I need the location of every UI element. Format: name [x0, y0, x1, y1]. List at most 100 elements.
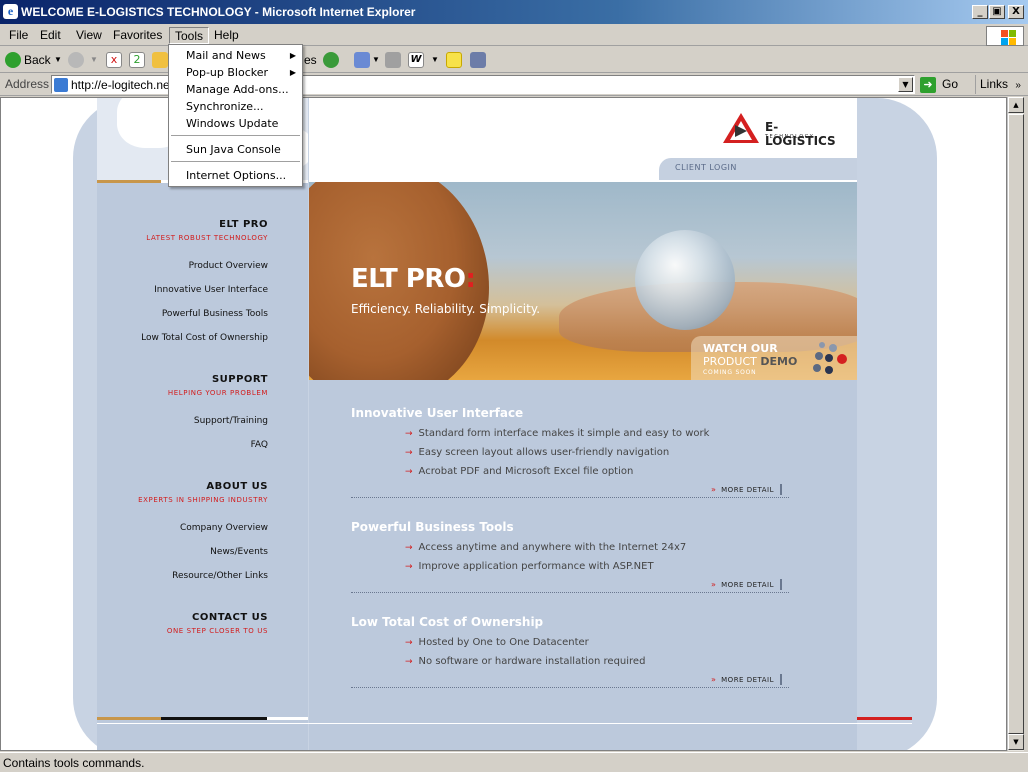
- menu-item-sun-java-console[interactable]: Sun Java Console: [169, 141, 302, 158]
- nav-link-company-overview[interactable]: Company Overview: [180, 523, 268, 533]
- links-button[interactable]: Links »: [975, 75, 1021, 94]
- menu-item-manage-addons[interactable]: Manage Add-ons...: [169, 81, 302, 98]
- mail-icon[interactable]: [354, 52, 370, 68]
- scroll-down-icon[interactable]: ▼: [1008, 734, 1024, 750]
- back-dropdown-icon[interactable]: ▼: [54, 51, 62, 69]
- e-logistics-logo[interactable]: E-LOGISTICS TECHNOLOGY: [721, 111, 841, 148]
- nav-about-heading[interactable]: ABOUT US: [68, 481, 268, 492]
- bullet-arrow-icon: →: [405, 638, 413, 648]
- edit-word-icon[interactable]: W: [408, 52, 424, 68]
- ie-icon[interactable]: e: [3, 4, 18, 19]
- print-icon[interactable]: [385, 52, 401, 68]
- more-detail-link[interactable]: » MORE DETAIL: [711, 484, 782, 495]
- bullet-arrow-icon: →: [405, 467, 413, 477]
- menu-item-popup-blocker[interactable]: Pop-up Blocker ▶: [169, 64, 302, 81]
- nav-link-product-overview[interactable]: Product Overview: [189, 261, 268, 271]
- mail-dropdown-icon[interactable]: ▼: [372, 51, 380, 69]
- nav-support-section: SUPPORT HELPING YOUR PROBLEM: [68, 374, 268, 397]
- back-arrow-icon[interactable]: [5, 52, 21, 68]
- bullet-arrow-icon: →: [405, 543, 413, 553]
- address-url[interactable]: http://e-logitech.ne: [71, 78, 170, 92]
- section-title-business-tools[interactable]: Powerful Business Tools: [351, 520, 514, 534]
- menu-favorites[interactable]: Favorites: [108, 27, 167, 44]
- nav-link-news-events[interactable]: News/Events: [210, 547, 268, 557]
- minimize-button[interactable]: _: [972, 5, 988, 19]
- double-chevron-icon: »: [711, 485, 717, 494]
- back-button[interactable]: Back: [24, 51, 51, 69]
- menu-file[interactable]: File: [4, 27, 33, 44]
- window-title: WELCOME E-LOGISTICS TECHNOLOGY - Microso…: [21, 5, 416, 19]
- bullet-item: → Access anytime and anywhere with the In…: [405, 542, 687, 553]
- home-icon[interactable]: [152, 52, 168, 68]
- section-title-innovative-ui[interactable]: Innovative User Interface: [351, 406, 523, 420]
- nav-contact-heading[interactable]: CONTACT US: [68, 612, 268, 623]
- menu-tools[interactable]: Tools: [169, 27, 210, 44]
- nav-link-faq[interactable]: FAQ: [251, 440, 268, 450]
- nav-eltpro-heading[interactable]: ELT PRO: [68, 219, 268, 230]
- forward-dropdown-icon[interactable]: ▼: [90, 51, 98, 69]
- menu-bar: File Edit View Favorites Tools Help: [0, 24, 1028, 46]
- section-divider: [351, 592, 789, 593]
- section-divider: [351, 497, 789, 498]
- nav-link-resources[interactable]: Resource/Other Links: [172, 571, 268, 581]
- menu-item-mail-and-news[interactable]: Mail and News ▶: [169, 47, 302, 64]
- bullet-item: → Acrobat PDF and Microsoft Excel file op…: [405, 466, 634, 477]
- watch-demo-button[interactable]: WATCH OUR PRODUCT DEMO COMING SOON: [691, 336, 857, 380]
- links-chevron-icon[interactable]: »: [1015, 80, 1021, 91]
- bullet-item: → Standard form interface makes it simple…: [405, 428, 710, 439]
- history-icon[interactable]: [323, 52, 339, 68]
- menu-item-windows-update[interactable]: Windows Update: [169, 115, 302, 132]
- nav-link-business-tools[interactable]: Powerful Business Tools: [162, 309, 268, 319]
- scroll-thumb[interactable]: [1008, 114, 1024, 734]
- bullet-item: → Improve application performance with AS…: [405, 561, 654, 572]
- more-detail-link[interactable]: » MORE DETAIL: [711, 579, 782, 590]
- submenu-arrow-icon: ▶: [289, 68, 296, 77]
- address-dropdown-icon[interactable]: ▼: [898, 77, 913, 92]
- nav-link-support-training[interactable]: Support/Training: [194, 416, 268, 426]
- demo-line2: PRODUCT DEMO: [703, 355, 798, 368]
- left-navigation: ELT PRO LATEST ROBUST TECHNOLOGY Product…: [97, 98, 308, 750]
- research-icon[interactable]: [470, 52, 486, 68]
- edit-dropdown-icon[interactable]: ▼: [431, 51, 439, 69]
- forward-arrow-icon[interactable]: [68, 52, 84, 68]
- nav-link-innovative-ui[interactable]: Innovative User Interface: [154, 285, 268, 295]
- discuss-note-icon[interactable]: [446, 52, 462, 68]
- main-content: E-LOGISTICS TECHNOLOGY CLIENT LOGIN ELT …: [309, 98, 857, 750]
- bullet-item: → Easy screen layout allows user-friendly…: [405, 447, 670, 458]
- nav-support-heading[interactable]: SUPPORT: [68, 374, 268, 385]
- logo-subtitle: TECHNOLOGY: [765, 134, 815, 140]
- client-login-tab[interactable]: CLIENT LOGIN: [659, 158, 857, 180]
- site-header: E-LOGISTICS TECHNOLOGY: [309, 98, 857, 158]
- client-band: CLIENT LOGIN: [309, 158, 857, 182]
- menu-separator: [171, 135, 300, 136]
- site-container: ELT PRO LATEST ROBUST TECHNOLOGY Product…: [97, 98, 912, 750]
- stop-icon[interactable]: x: [106, 52, 122, 68]
- double-chevron-icon: »: [711, 580, 717, 589]
- menu-item-synchronize[interactable]: Synchronize...: [169, 98, 302, 115]
- favorites-button-fragment[interactable]: es: [304, 51, 317, 69]
- maximize-button[interactable]: ▣: [989, 5, 1005, 19]
- client-login-label[interactable]: CLIENT LOGIN: [675, 163, 737, 172]
- menu-separator: [171, 161, 300, 162]
- go-button[interactable]: ➜ Go: [920, 75, 958, 94]
- menu-help[interactable]: Help: [209, 27, 244, 44]
- refresh-icon[interactable]: 2: [129, 52, 145, 68]
- status-text: Contains tools commands.: [3, 756, 145, 770]
- nav-about-section: ABOUT US EXPERTS IN SHIPPING INDUSTRY: [68, 481, 268, 504]
- menu-item-internet-options[interactable]: Internet Options...: [169, 167, 302, 184]
- scroll-up-icon[interactable]: ▲: [1008, 97, 1024, 113]
- nav-link-total-cost[interactable]: Low Total Cost of Ownership: [141, 333, 268, 343]
- right-accent-stripe: [857, 717, 912, 720]
- demo-line1: WATCH OUR: [703, 342, 778, 355]
- section-title-total-cost[interactable]: Low Total Cost of Ownership: [351, 615, 543, 629]
- bullet-arrow-icon: →: [405, 429, 413, 439]
- close-button[interactable]: X: [1008, 5, 1024, 19]
- page-viewport: ELT PRO LATEST ROBUST TECHNOLOGY Product…: [0, 97, 1007, 751]
- menu-view[interactable]: View: [71, 27, 107, 44]
- more-detail-link[interactable]: » MORE DETAIL: [711, 674, 782, 685]
- menu-edit[interactable]: Edit: [35, 27, 66, 44]
- bullet-item: → No software or hardware installation re…: [405, 656, 646, 667]
- bullet-arrow-icon: →: [405, 657, 413, 667]
- status-bar: Contains tools commands.: [0, 752, 1028, 772]
- vertical-scrollbar[interactable]: ▲ ▼: [1007, 97, 1024, 751]
